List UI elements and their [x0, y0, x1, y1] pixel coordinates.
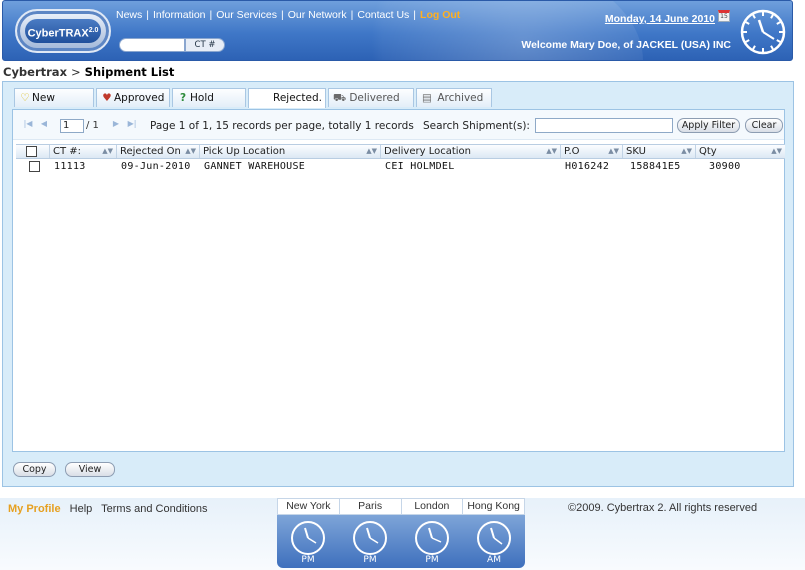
- city-paris: Paris: [340, 499, 402, 514]
- period-london: PM: [425, 555, 439, 565]
- question-icon: ?: [179, 92, 187, 104]
- period-hong-kong: AM: [487, 555, 501, 565]
- site-footer: My Profile Help Terms and Conditions New…: [0, 498, 805, 570]
- col-qty[interactable]: Qty ▲▼: [696, 145, 785, 158]
- welcome-text: Welcome Mary Doe, of JACKEL (USA) INC: [521, 39, 731, 51]
- nav-information[interactable]: Information: [153, 9, 206, 21]
- apply-filter-button[interactable]: Apply Filter: [677, 118, 740, 133]
- breadcrumb-current: Shipment List: [84, 65, 175, 79]
- breadcrumb-root[interactable]: Cybertrax: [3, 65, 67, 79]
- ct-search-input[interactable]: [119, 38, 185, 52]
- truck-icon: ⛟: [333, 92, 347, 104]
- cybertrax-logo[interactable]: CyberTRAX2.0: [15, 9, 111, 53]
- col-po[interactable]: P.O ▲▼: [561, 145, 623, 158]
- tab-hold[interactable]: ? Hold: [172, 88, 246, 107]
- ct-search-button[interactable]: CT #: [185, 38, 225, 52]
- period-new-york: PM: [301, 555, 315, 565]
- col-pickup-location[interactable]: Pick Up Location ▲▼: [200, 145, 381, 158]
- my-profile-link[interactable]: My Profile: [8, 503, 61, 515]
- clock-icon: [353, 521, 387, 555]
- cell-qty: 30900: [709, 161, 741, 172]
- grid-header: CT #: ▲▼ Rejected On ▲▼ Pick Up Location ▲▼…: [16, 144, 785, 159]
- clock-icon: [415, 521, 449, 555]
- top-nav: News | Information | Our Services | Our Net…: [116, 9, 461, 21]
- clock-icon: [740, 9, 786, 55]
- city-new-york: New York: [278, 499, 340, 514]
- clear-button[interactable]: Clear: [745, 118, 783, 133]
- cell-delivery: CEI HOLMDEL: [385, 161, 455, 172]
- cell-po: H016242: [565, 161, 610, 172]
- help-link[interactable]: Help: [70, 503, 93, 515]
- pager-info: Page 1 of 1, 15 records per page, totall…: [150, 120, 414, 132]
- pager-toolbar: |◀ ◀ 1 / 1 ▶ ▶| Page 1 of 1, 15 records …: [13, 110, 784, 140]
- period-paris: PM: [363, 555, 377, 565]
- next-page-icon[interactable]: ▶: [111, 119, 121, 129]
- shipment-list: |◀ ◀ 1 / 1 ▶ ▶| Page 1 of 1, 15 records …: [12, 109, 785, 452]
- tab-rejected-label: Rejected.: [273, 92, 323, 104]
- table-row[interactable]: 11113 09-Jun-2010 GANNET WAREHOUSE CEI H…: [16, 160, 785, 176]
- col-rejected-on[interactable]: Rejected On ▲▼: [117, 145, 200, 158]
- page-number-input[interactable]: 1: [60, 119, 84, 133]
- tab-hold-label: Hold: [190, 92, 214, 104]
- tab-archived[interactable]: ▤ Archived: [416, 88, 492, 107]
- col-sku[interactable]: SKU ▲▼: [623, 145, 696, 158]
- logo-text: CyberTRAX2.0: [25, 19, 101, 43]
- nav-contact-us[interactable]: Contact Us: [357, 9, 409, 21]
- clock-icon: [291, 521, 325, 555]
- copy-button[interactable]: Copy: [13, 462, 56, 477]
- cell-rejected-on: 09-Jun-2010: [121, 161, 191, 172]
- view-button[interactable]: View: [65, 462, 115, 477]
- tab-approved-label: Approved: [114, 92, 165, 104]
- col-ct[interactable]: CT #: ▲▼: [50, 145, 117, 158]
- heart-outline-icon: ♡: [20, 92, 30, 104]
- tab-rejected[interactable]: Rejected.: [248, 88, 326, 108]
- total-pages: / 1: [86, 120, 99, 131]
- shipment-search-input[interactable]: [535, 118, 673, 133]
- clock-band: PM PM PM AM: [277, 515, 525, 568]
- breadcrumb-separator: >: [71, 65, 81, 79]
- last-page-icon[interactable]: ▶|: [127, 119, 137, 129]
- prev-page-icon[interactable]: ◀: [39, 119, 49, 129]
- heart-icon: ♥: [102, 92, 112, 104]
- world-clocks: New York Paris London Hong Kong PM PM PM: [277, 498, 525, 568]
- archive-icon: ▤: [422, 92, 432, 104]
- cell-sku: 158841E5: [630, 161, 681, 172]
- shipment-panel: ♡ New ♥ Approved ? Hold Rejected. ⛟ Deliver…: [2, 81, 794, 487]
- city-hong-kong: Hong Kong: [467, 500, 520, 512]
- tab-new-label: New: [32, 92, 55, 104]
- select-all-checkbox[interactable]: [26, 146, 37, 157]
- calendar-icon[interactable]: 15: [718, 10, 730, 22]
- clock-icon: [477, 521, 511, 555]
- nav-news[interactable]: News: [116, 9, 142, 21]
- nav-our-services[interactable]: Our Services: [216, 9, 277, 21]
- select-all-cell: [16, 145, 50, 158]
- terms-link[interactable]: Terms and Conditions: [101, 503, 207, 515]
- col-delivery-location[interactable]: Delivery Location ▲▼: [381, 145, 561, 158]
- tab-new[interactable]: ♡ New: [14, 88, 94, 107]
- logout-link[interactable]: Log Out: [420, 9, 460, 21]
- breadcrumb: Cybertrax > Shipment List: [3, 65, 174, 79]
- nav-our-network[interactable]: Our Network: [288, 9, 347, 21]
- tab-delivered[interactable]: ⛟ Delivered: [328, 88, 414, 107]
- action-bar: Copy View: [12, 462, 312, 478]
- cell-pickup: GANNET WAREHOUSE: [204, 161, 306, 172]
- first-page-icon[interactable]: |◀: [23, 119, 33, 129]
- search-label: Search Shipment(s):: [423, 120, 530, 132]
- footer-links: My Profile Help Terms and Conditions: [8, 503, 214, 515]
- city-labels: New York Paris London Hong Kong: [277, 498, 525, 515]
- tab-delivered-label: Delivered: [349, 92, 400, 104]
- copyright-text: ©2009. Cybertrax 2. All rights reserved: [568, 502, 758, 514]
- current-date[interactable]: Monday, 14 June 2010: [563, 13, 715, 25]
- tab-archived-label: Archived: [437, 92, 484, 104]
- tab-approved[interactable]: ♥ Approved: [96, 88, 170, 107]
- status-tabs: ♡ New ♥ Approved ? Hold Rejected. ⛟ Deliver…: [14, 88, 494, 108]
- cell-ct: 11113: [54, 161, 86, 172]
- site-header: CyberTRAX2.0 News | Information | Our Serv…: [2, 0, 793, 61]
- city-london: London: [402, 499, 464, 514]
- row-checkbox[interactable]: [29, 161, 40, 172]
